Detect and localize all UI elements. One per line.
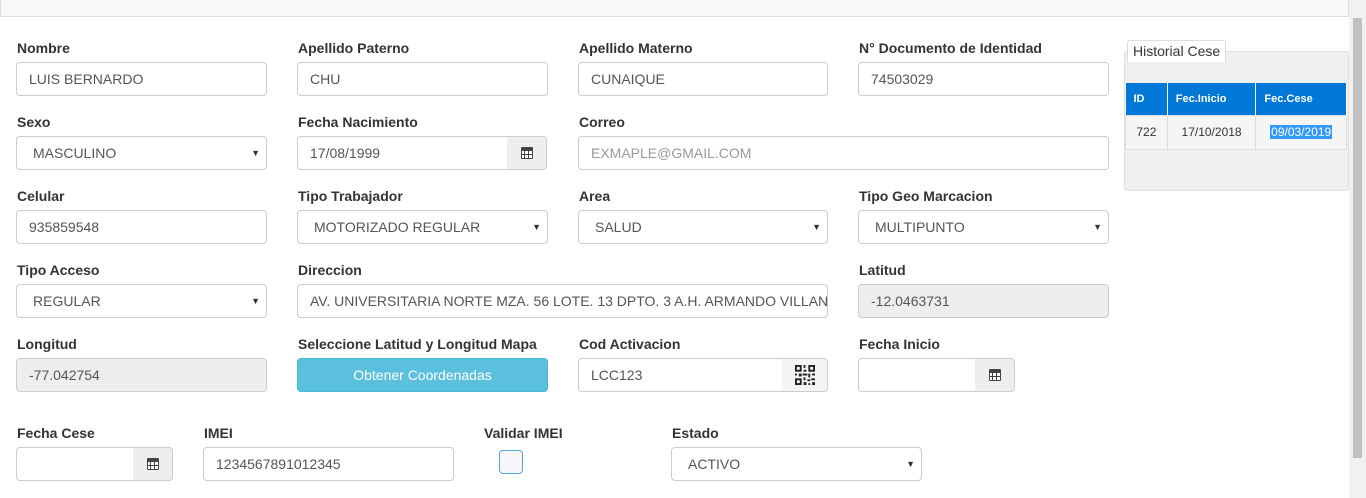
fecha-inicio-calendar-button[interactable] bbox=[975, 358, 1015, 392]
obtener-coordenadas-button[interactable]: Obtener Coordenadas bbox=[297, 358, 548, 392]
qr-code-button[interactable] bbox=[782, 358, 828, 392]
latitud-input[interactable]: -12.0463731 bbox=[858, 284, 1109, 318]
caret-down-icon: ▼ bbox=[906, 459, 915, 469]
historial-cese-title: Historial Cese bbox=[1127, 40, 1227, 62]
fecha-nacimiento-label: Fecha Nacimiento bbox=[298, 114, 418, 130]
column-header-fec-cese[interactable]: Fec.Cese bbox=[1255, 83, 1347, 115]
longitud-label: Longitud bbox=[17, 336, 77, 352]
fecha-inicio-input[interactable] bbox=[858, 358, 976, 392]
area-label: Area bbox=[579, 188, 611, 204]
calendar-icon bbox=[988, 369, 1001, 381]
sexo-select[interactable]: MASCULINO ▼ bbox=[16, 136, 267, 170]
scrollbar-thumb[interactable] bbox=[1353, 18, 1362, 458]
area-value: SALUD bbox=[595, 219, 642, 235]
celular-label: Celular bbox=[17, 188, 65, 204]
fecha-inicio-label: Fecha Inicio bbox=[859, 336, 940, 352]
fecha-nacimiento-calendar-button[interactable] bbox=[507, 136, 547, 170]
fecha-cese-calendar-button[interactable] bbox=[133, 447, 173, 481]
fecha-cese-input[interactable] bbox=[16, 447, 134, 481]
tipo-geo-value: MULTIPUNTO bbox=[875, 219, 965, 235]
tipo-trabajador-select[interactable]: MOTORIZADO REGULAR ▼ bbox=[297, 210, 548, 244]
latitud-label: Latitud bbox=[859, 262, 906, 278]
historial-cese-table: ID Fec.Inicio Fec.Cese 722 17/10/2018 09… bbox=[1125, 83, 1347, 150]
imei-label: IMEI bbox=[204, 425, 233, 441]
top-panel bbox=[0, 0, 1349, 17]
direccion-input[interactable]: AV. UNIVERSITARIA NORTE MZA. 56 LOTE. 13… bbox=[297, 284, 828, 318]
correo-input[interactable]: EXMAPLE@GMAIL.COM bbox=[578, 136, 1109, 170]
sexo-label: Sexo bbox=[17, 114, 51, 130]
caret-down-icon: ▼ bbox=[1093, 222, 1102, 232]
documento-label: N° Documento de Identidad bbox=[859, 40, 1042, 56]
tipo-acceso-value: REGULAR bbox=[33, 293, 101, 309]
nombre-input[interactable]: LUIS BERNARDO bbox=[16, 62, 267, 96]
tipo-trabajador-value: MOTORIZADO REGULAR bbox=[314, 219, 481, 235]
tipo-geo-select[interactable]: MULTIPUNTO ▼ bbox=[858, 210, 1109, 244]
table-header-row: ID Fec.Inicio Fec.Cese bbox=[1125, 83, 1347, 115]
sexo-value: MASCULINO bbox=[33, 145, 117, 161]
column-header-fec-inicio[interactable]: Fec.Inicio bbox=[1167, 83, 1257, 115]
table-cell-fec-inicio: 17/10/2018 bbox=[1166, 114, 1257, 150]
correo-label: Correo bbox=[579, 114, 625, 130]
table-cell-fec-cese: 09/03/2019 bbox=[1255, 114, 1347, 150]
calendar-icon bbox=[146, 458, 159, 470]
qr-code-icon bbox=[794, 365, 815, 385]
direccion-label: Direccion bbox=[298, 262, 362, 278]
scrollbar[interactable] bbox=[1349, 0, 1366, 498]
area-select[interactable]: SALUD ▼ bbox=[578, 210, 828, 244]
tipo-trabajador-label: Tipo Trabajador bbox=[298, 188, 403, 204]
tipo-geo-label: Tipo Geo Marcacion bbox=[859, 188, 993, 204]
documento-input[interactable]: 74503029 bbox=[858, 62, 1109, 96]
tipo-acceso-label: Tipo Acceso bbox=[17, 262, 100, 278]
caret-down-icon: ▼ bbox=[532, 222, 541, 232]
table-row[interactable]: 722 17/10/2018 09/03/2019 bbox=[1125, 114, 1347, 150]
fecha-nacimiento-input[interactable]: 17/08/1999 bbox=[297, 136, 508, 170]
longitud-input[interactable]: -77.042754 bbox=[16, 358, 267, 392]
fecha-cese-label: Fecha Cese bbox=[17, 425, 95, 441]
validar-imei-checkbox[interactable] bbox=[499, 450, 523, 474]
caret-down-icon: ▼ bbox=[812, 222, 821, 232]
estado-label: Estado bbox=[672, 425, 719, 441]
caret-down-icon: ▼ bbox=[251, 148, 260, 158]
table-cell-id: 722 bbox=[1125, 114, 1168, 150]
estado-select[interactable]: ACTIVO ▼ bbox=[671, 447, 922, 481]
cod-activacion-label: Cod Activacion bbox=[579, 336, 681, 352]
cod-activacion-input[interactable]: LCC123 bbox=[578, 358, 783, 392]
apellido-materno-input[interactable]: CUNAIQUE bbox=[578, 62, 828, 96]
mapa-label: Seleccione Latitud y Longitud Mapa bbox=[298, 336, 537, 352]
celular-input[interactable]: 935859548 bbox=[16, 210, 267, 244]
validar-imei-label: Validar IMEI bbox=[484, 425, 563, 441]
nombre-label: Nombre bbox=[17, 40, 70, 56]
calendar-icon bbox=[520, 147, 533, 159]
apellido-paterno-label: Apellido Paterno bbox=[298, 40, 410, 56]
caret-down-icon: ▼ bbox=[251, 296, 260, 306]
tipo-acceso-select[interactable]: REGULAR ▼ bbox=[16, 284, 267, 318]
imei-input[interactable]: 1234567891012345 bbox=[203, 447, 454, 481]
column-header-id[interactable]: ID bbox=[1125, 83, 1168, 115]
estado-value: ACTIVO bbox=[688, 456, 741, 472]
selected-text: 09/03/2019 bbox=[1270, 125, 1333, 139]
apellido-paterno-input[interactable]: CHU bbox=[297, 62, 548, 96]
apellido-materno-label: Apellido Materno bbox=[579, 40, 693, 56]
